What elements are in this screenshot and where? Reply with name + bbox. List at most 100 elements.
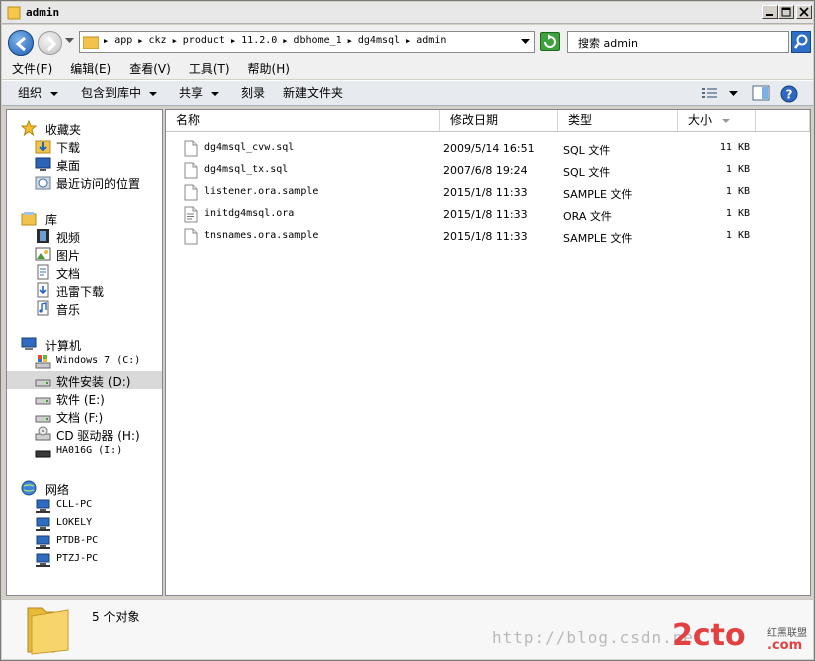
file-type: SAMPLE 文件 bbox=[563, 232, 633, 245]
maximize-button[interactable] bbox=[778, 5, 794, 19]
close-button[interactable] bbox=[796, 5, 812, 19]
breadcrumb-item[interactable]: dg4msql bbox=[358, 35, 400, 46]
chevron-down-icon bbox=[149, 91, 158, 96]
navigation-pane[interactable]: 收藏夹 下载 桌面 最近访问的位置 库 视频 图片 文档 迅雷下载 音乐 计算机… bbox=[6, 109, 163, 596]
nav-item-drive-e[interactable]: 软件 (E:) bbox=[7, 389, 162, 407]
file-row[interactable]: dg4msql_cvw.sql 2009/5/14 16:51 SQL 文件 1… bbox=[180, 139, 800, 159]
menu-view[interactable]: 查看(V) bbox=[129, 59, 171, 79]
forward-button[interactable] bbox=[38, 31, 62, 55]
title-bar[interactable]: admin bbox=[2, 2, 813, 24]
watermark-domain: .com bbox=[767, 638, 803, 653]
file-name: listener.ora.sample bbox=[204, 186, 319, 197]
nav-network[interactable]: 网络 bbox=[7, 479, 162, 497]
nav-item-drive-i[interactable]: HA016G (I:) bbox=[7, 443, 162, 461]
new-folder-button[interactable]: 新建文件夹 bbox=[283, 81, 343, 106]
breadcrumb-item[interactable]: product bbox=[183, 35, 225, 46]
address-row: ▶ app ▶ ckz ▶ product ▶ 11.2.0 ▶ dbhome_… bbox=[2, 25, 813, 59]
nav-favorites[interactable]: 收藏夹 bbox=[7, 119, 162, 137]
nav-item-documents[interactable]: 文档 bbox=[7, 263, 162, 281]
column-header-size[interactable]: 大小 bbox=[678, 110, 756, 131]
pictures-icon bbox=[35, 247, 51, 261]
nav-libraries[interactable]: 库 bbox=[7, 209, 162, 227]
nav-item-recent[interactable]: 最近访问的位置 bbox=[7, 173, 162, 191]
breadcrumb-separator[interactable]: ▶ bbox=[283, 37, 287, 45]
explorer-window: admin ▶ app ▶ ckz ▶ product ▶ 11.2.0 ▶ d… bbox=[0, 0, 815, 661]
breadcrumb-item[interactable]: app bbox=[114, 35, 132, 46]
nav-item-downloads[interactable]: 下载 bbox=[7, 137, 162, 155]
nav-item-drive-f[interactable]: 文档 (F:) bbox=[7, 407, 162, 425]
address-bar[interactable]: ▶ app ▶ ckz ▶ product ▶ 11.2.0 ▶ dbhome_… bbox=[79, 31, 535, 53]
file-date: 2015/1/8 11:33 bbox=[443, 230, 528, 243]
nav-item-pictures[interactable]: 图片 bbox=[7, 245, 162, 263]
refresh-button[interactable] bbox=[540, 32, 560, 51]
network-computer-icon bbox=[36, 553, 50, 567]
file-row[interactable]: dg4msql_tx.sql 2007/6/8 19:24 SQL 文件 1 K… bbox=[180, 161, 800, 181]
nav-item-label: 文档 (F:) bbox=[56, 411, 104, 425]
menu-file[interactable]: 文件(F) bbox=[12, 59, 52, 79]
file-row[interactable]: initdg4msql.ora 2015/1/8 11:33 ORA 文件 1 … bbox=[180, 205, 800, 225]
breadcrumb-item[interactable]: ckz bbox=[149, 35, 167, 46]
breadcrumb-item[interactable]: dbhome_1 bbox=[294, 35, 342, 46]
nav-item-music[interactable]: 音乐 bbox=[7, 299, 162, 317]
preview-pane-icon[interactable] bbox=[752, 85, 770, 102]
breadcrumb-item[interactable]: 11.2.0 bbox=[241, 35, 277, 46]
search-button[interactable] bbox=[791, 31, 811, 53]
file-size: 1 KB bbox=[725, 208, 750, 219]
breadcrumb-item[interactable]: admin bbox=[416, 35, 446, 46]
minimize-button[interactable] bbox=[762, 5, 778, 19]
menu-edit[interactable]: 编辑(E) bbox=[70, 59, 111, 79]
nav-item-xunlei[interactable]: 迅雷下载 bbox=[7, 281, 162, 299]
column-header-type[interactable]: 类型 bbox=[558, 110, 678, 131]
menu-help[interactable]: 帮助(H) bbox=[248, 59, 290, 79]
breadcrumb-separator[interactable]: ▶ bbox=[406, 37, 410, 45]
watermark-subtitle: 红黑联盟 bbox=[767, 628, 807, 639]
search-input[interactable]: 搜索 admin bbox=[567, 31, 789, 53]
nav-item-pc-lokely[interactable]: LOKELY bbox=[7, 515, 162, 533]
nav-item-label: PTDB-PC bbox=[56, 535, 99, 546]
file-list[interactable]: 名称 修改日期 类型 大小 dg4msql_cvw.sql 2009/5/14 … bbox=[165, 109, 811, 596]
breadcrumb-separator[interactable]: ▶ bbox=[173, 37, 177, 45]
breadcrumb-separator[interactable]: ▶ bbox=[348, 37, 352, 45]
nav-item-drive-d[interactable]: 软件安装 (D:) bbox=[7, 371, 162, 389]
nav-item-pc-ptzj[interactable]: PTZJ-PC bbox=[7, 551, 162, 569]
chevron-down-icon[interactable] bbox=[521, 39, 530, 45]
nav-item-label: 图片 bbox=[56, 249, 81, 263]
chevron-down-icon[interactable] bbox=[65, 38, 74, 44]
burn-button[interactable]: 刻录 bbox=[241, 81, 265, 106]
nav-item-label: 软件安装 (D:) bbox=[56, 375, 131, 389]
breadcrumb-separator[interactable]: ▶ bbox=[138, 37, 142, 45]
column-header-extra[interactable] bbox=[756, 110, 810, 131]
nav-item-desktop[interactable]: 桌面 bbox=[7, 155, 162, 173]
nav-item-pc-cll[interactable]: CLL-PC bbox=[7, 497, 162, 515]
nav-item-videos[interactable]: 视频 bbox=[7, 227, 162, 245]
file-name: dg4msql_cvw.sql bbox=[204, 142, 295, 153]
chevron-down-icon[interactable] bbox=[729, 91, 738, 97]
organize-button[interactable]: 组织 bbox=[18, 81, 59, 106]
usb-drive-icon bbox=[35, 450, 51, 458]
help-icon[interactable]: ? bbox=[780, 85, 798, 103]
nav-item-drive-h[interactable]: CD 驱动器 (H:) bbox=[7, 425, 162, 443]
nav-item-pc-ptdb[interactable]: PTDB-PC bbox=[7, 533, 162, 551]
file-size: 1 KB bbox=[725, 186, 750, 197]
column-header-name[interactable]: 名称 bbox=[166, 110, 440, 131]
file-type: SQL 文件 bbox=[563, 144, 611, 157]
breadcrumb-separator[interactable]: ▶ bbox=[231, 37, 235, 45]
nav-item-label: 迅雷下载 bbox=[56, 285, 105, 299]
back-button[interactable] bbox=[8, 30, 34, 56]
breadcrumb: ▶ app ▶ ckz ▶ product ▶ 11.2.0 ▶ dbhome_… bbox=[104, 35, 446, 46]
folder-icon bbox=[27, 607, 69, 655]
search-placeholder: 搜索 admin bbox=[578, 37, 638, 50]
nav-item-drive-c[interactable]: Windows 7 (C:) bbox=[7, 353, 162, 371]
include-library-button[interactable]: 包含到库中 bbox=[81, 81, 158, 106]
file-row[interactable]: tnsnames.ora.sample 2015/1/8 11:33 SAMPL… bbox=[180, 227, 800, 247]
column-header-date[interactable]: 修改日期 bbox=[440, 110, 558, 131]
nav-item-label: LOKELY bbox=[56, 517, 93, 528]
nav-item-label: 下载 bbox=[56, 141, 81, 155]
chevron-down-icon bbox=[50, 91, 59, 96]
file-row[interactable]: listener.ora.sample 2015/1/8 11:33 SAMPL… bbox=[180, 183, 800, 203]
network-icon bbox=[21, 480, 37, 496]
view-list-icon[interactable] bbox=[702, 87, 718, 100]
share-button[interactable]: 共享 bbox=[179, 81, 220, 106]
menu-tools[interactable]: 工具(T) bbox=[189, 59, 230, 79]
nav-computer[interactable]: 计算机 bbox=[7, 335, 162, 353]
